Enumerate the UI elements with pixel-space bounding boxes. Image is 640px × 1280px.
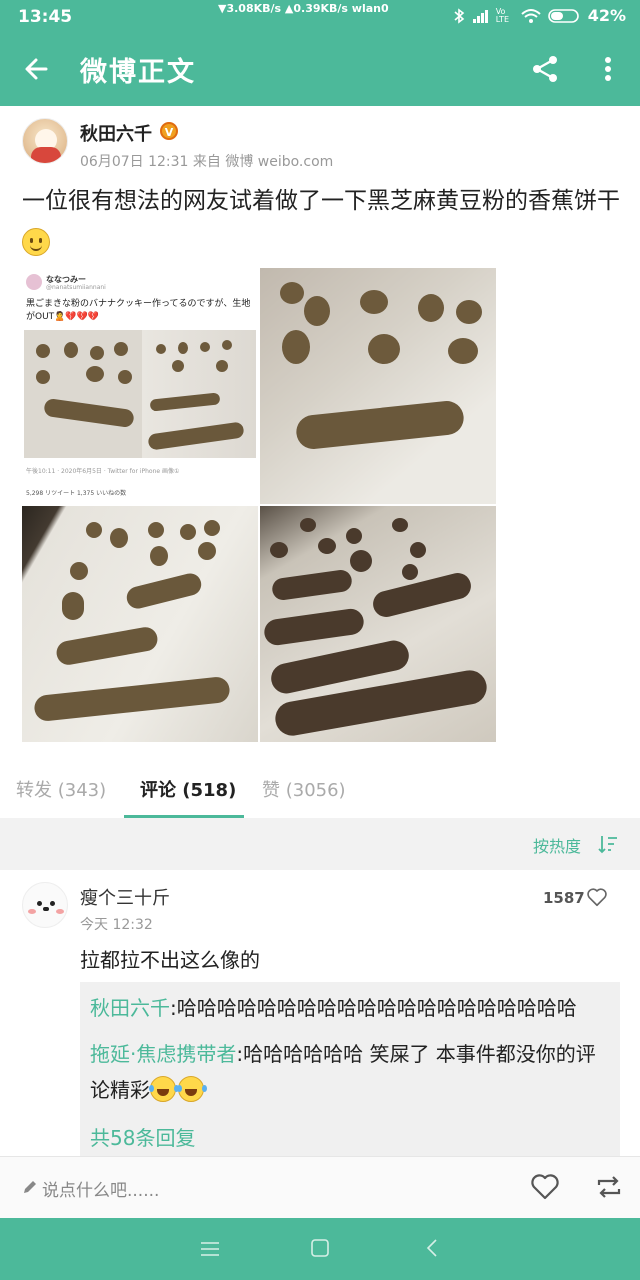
- laugh-cry-emoji-icon: [149, 1076, 176, 1102]
- tab-likes[interactable]: 赞 (3056): [262, 776, 346, 802]
- comment-like-count: 1587: [543, 889, 585, 907]
- bluetooth-icon: [454, 7, 464, 24]
- tweet-image-left: [24, 330, 142, 458]
- verified-badge-icon: V: [160, 122, 178, 140]
- screen: 13:45 ▼3.08KB/s ▲0.39KB/s wlan0 Vo LTE 4…: [0, 0, 640, 1280]
- more-vertical-icon[interactable]: [596, 54, 620, 84]
- back-arrow-icon[interactable]: [22, 54, 52, 84]
- tweet-stats: 5,298 リツイート 1,375 いいねの数: [26, 490, 127, 497]
- status-icons: Vo LTE 42%: [452, 6, 626, 25]
- menu-icon[interactable]: [200, 1240, 220, 1258]
- post-meta: 06月07日 12:31 来自 微博 weibo.com: [80, 154, 334, 170]
- system-nav-bar: [0, 1218, 640, 1280]
- post-text: 一位很有想法的网友试着做了一下黑芝麻黄豆粉的香蕉饼干: [22, 180, 622, 264]
- reply-author[interactable]: 秋田六千: [90, 996, 170, 1020]
- avatar-body: [31, 147, 61, 163]
- like-heart-icon[interactable]: [530, 1173, 560, 1201]
- comment-input-bar: 说点什么吧......: [0, 1156, 640, 1218]
- page-title: 微博正文: [80, 57, 196, 88]
- nav-back-icon[interactable]: [424, 1238, 440, 1258]
- reply-author[interactable]: 拖延·焦虑携带者: [90, 1042, 236, 1066]
- comment-heart-icon[interactable]: [586, 886, 608, 908]
- comment-time: 今天 12:32: [80, 917, 153, 933]
- more-replies-link[interactable]: 共58条回复: [90, 1122, 195, 1151]
- tweet-handle: @nanatsumiiannani: [46, 284, 106, 291]
- commenter-avatar[interactable]: [22, 882, 68, 928]
- status-bar: 13:45 ▼3.08KB/s ▲0.39KB/s wlan0 Vo LTE 4…: [0, 0, 640, 34]
- smile-emoji-icon: [22, 228, 50, 256]
- battery-icon: [547, 8, 579, 23]
- network-speed: ▼3.08KB/s ▲0.39KB/s wlan0: [218, 2, 389, 15]
- sort-by-hot-button[interactable]: 按热度: [533, 833, 581, 857]
- reply-box[interactable]: 秋田六千:哈哈哈哈哈哈哈哈哈哈哈哈哈哈哈哈哈哈哈哈 拖延·焦虑携带者:哈哈哈哈哈…: [80, 982, 620, 1158]
- laugh-cry-emoji-icon: [177, 1076, 204, 1102]
- comment-text: 拉都拉不出这么像的: [80, 948, 260, 972]
- post-text-content: 一位很有想法的网友试着做了一下黑芝麻黄豆粉的香蕉饼干: [22, 188, 620, 214]
- tab-reposts[interactable]: 转发 (343): [16, 776, 106, 802]
- photo-cookies-4[interactable]: [260, 506, 496, 742]
- signal-icon: [472, 9, 488, 23]
- tweet-image-right: [142, 330, 256, 458]
- battery-level: 42%: [587, 6, 626, 25]
- reply-item: 拖延·焦虑携带者:哈哈哈哈哈哈 笑屎了 本事件都没你的评论精彩: [90, 1036, 615, 1108]
- share-icon[interactable]: [530, 54, 560, 84]
- reply-text: :哈哈哈哈哈哈哈哈哈哈哈哈哈哈哈哈哈哈哈哈: [170, 996, 577, 1020]
- lte-label: Vo LTE: [495, 6, 509, 24]
- pencil-icon: [24, 1181, 36, 1193]
- photo-cookies-3[interactable]: [22, 506, 258, 742]
- photo-cookies-2[interactable]: [260, 268, 496, 504]
- wifi-icon: [521, 8, 541, 23]
- tab-comments[interactable]: 评论 (518): [140, 776, 236, 802]
- status-time: 13:45: [18, 7, 73, 27]
- sort-icon[interactable]: [598, 834, 618, 854]
- tweet-avatar: [26, 274, 42, 290]
- photo-grid: ななつみー @nanatsumiiannani 黒ごまきな粉のバナナクッキー作っ…: [22, 268, 498, 744]
- commenter-name[interactable]: 瘦个三十斤: [80, 884, 170, 910]
- photo-tweet-screenshot[interactable]: ななつみー @nanatsumiiannani 黒ごまきな粉のバナナクッキー作っ…: [22, 268, 258, 504]
- tweet-text: 黒ごまきな粉のバナナクッキー作ってるのですが、生地がOUT🙎💔💔💔: [26, 299, 251, 322]
- reply-item: 秋田六千:哈哈哈哈哈哈哈哈哈哈哈哈哈哈哈哈哈哈哈哈: [90, 990, 615, 1026]
- repost-icon[interactable]: [594, 1173, 624, 1201]
- app-bar: 微博正文: [0, 34, 640, 106]
- home-icon[interactable]: [310, 1238, 330, 1258]
- tweet-time: 午後10:11 · 2020年6月5日 · Twitter for iPhone…: [26, 468, 180, 475]
- post-tabs: 转发 (343) 评论 (518) 赞 (3056): [0, 760, 640, 818]
- author-name[interactable]: 秋田六千: [80, 120, 152, 146]
- comment-input[interactable]: 说点什么吧......: [42, 1176, 159, 1201]
- author-avatar[interactable]: [22, 118, 68, 164]
